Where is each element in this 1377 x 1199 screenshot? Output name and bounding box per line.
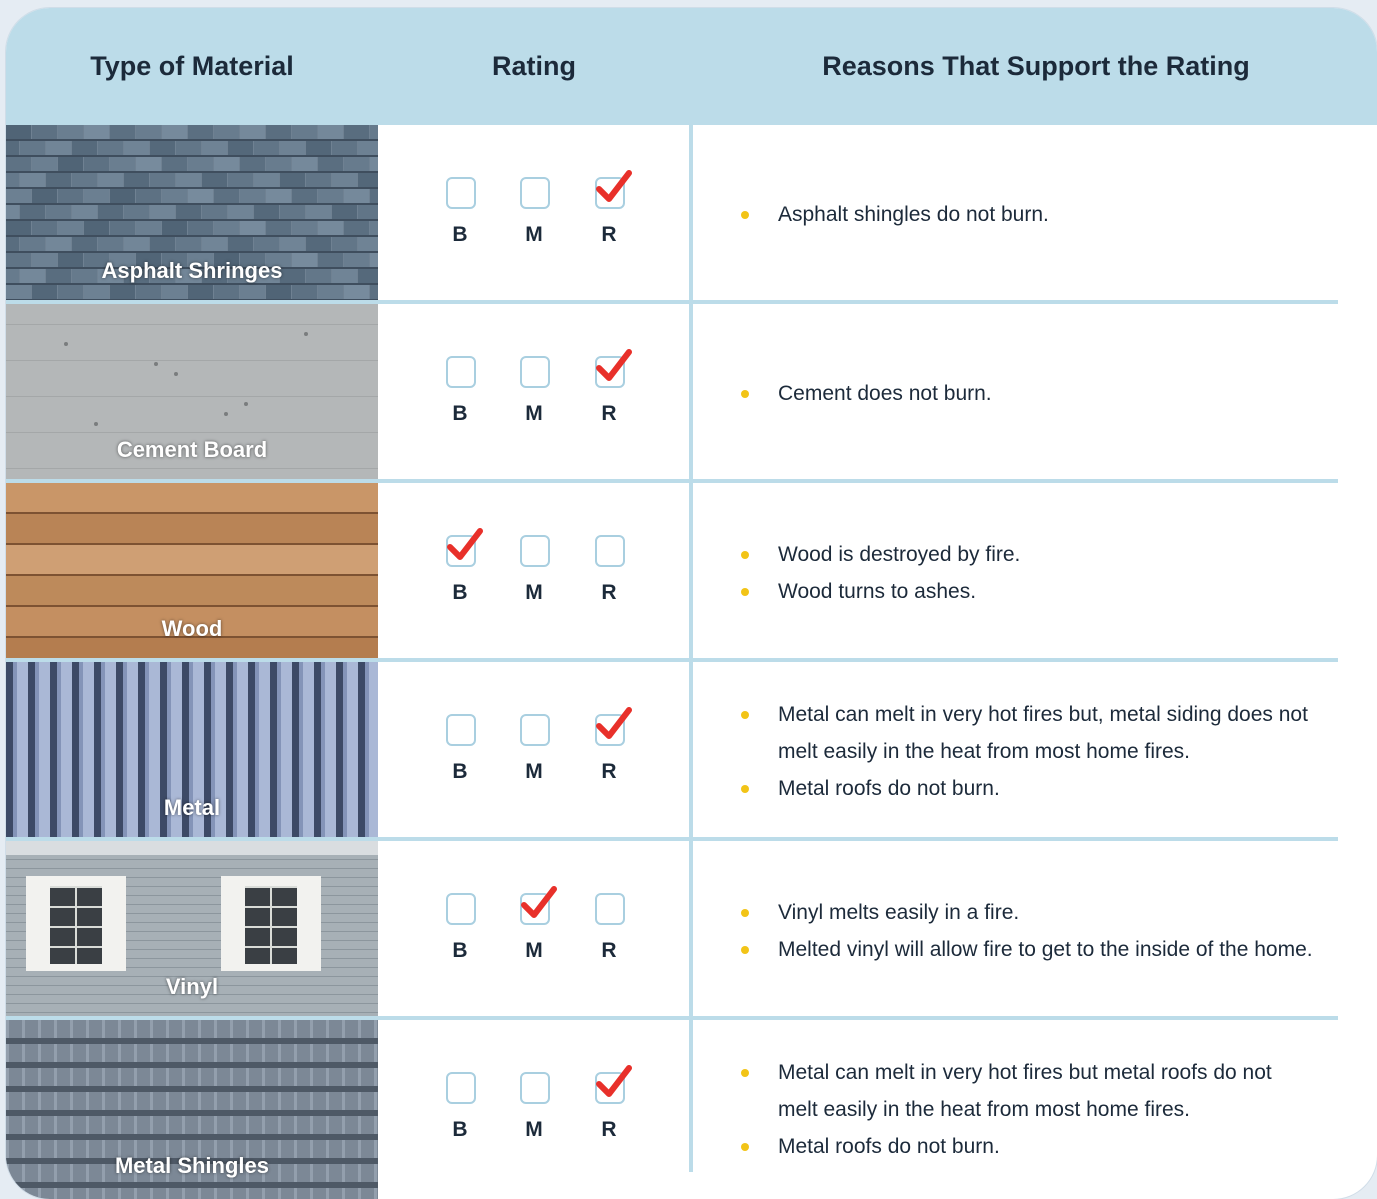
- rating-option-b[interactable]: B: [442, 356, 482, 436]
- header-reasons: Reasons That Support the Rating: [822, 51, 1250, 81]
- reason-item: Metal roofs do not burn.: [741, 1128, 1316, 1165]
- table-header: Type of Material Rating Reasons That Sup…: [6, 8, 1377, 125]
- check-icon: [595, 346, 635, 391]
- rating-option-b[interactable]: B: [442, 893, 482, 973]
- option-label: R: [601, 402, 617, 425]
- rating-option-r[interactable]: R: [591, 170, 632, 257]
- asphalt-shingles-photo: Asphalt Shringes: [6, 125, 378, 304]
- option-label: B: [452, 402, 468, 425]
- material-name: Asphalt Shringes: [101, 258, 283, 283]
- rating-options: BMR: [418, 841, 678, 1020]
- reason-item: Metal can melt in very hot fires but, me…: [741, 696, 1316, 770]
- reason-item: Vinyl melts easily in a fire.: [741, 894, 1316, 931]
- reasons-list: Asphalt shingles do not burn.: [741, 125, 1316, 304]
- checkbox[interactable]: [446, 177, 476, 209]
- rating-options: BMR: [418, 125, 678, 304]
- check-icon: [595, 167, 635, 212]
- option-label: B: [452, 760, 468, 783]
- rating-options: BMR: [418, 304, 678, 483]
- rating-option-r[interactable]: R: [591, 535, 631, 615]
- reason-item: Metal can melt in very hot fires but met…: [741, 1054, 1316, 1128]
- reason-item: Wood turns to ashes.: [741, 573, 1316, 610]
- rating-options: BMR: [418, 662, 678, 841]
- material-rating-table: Type of Material Rating Reasons That Sup…: [6, 8, 1377, 1199]
- material-name: Metal Shingles: [114, 1153, 270, 1178]
- vinyl-siding-photo: Vinyl: [6, 841, 378, 1020]
- reasons-list: Cement does not burn.: [741, 304, 1316, 483]
- wood-siding-photo: Wood: [6, 483, 378, 662]
- rating-option-b[interactable]: B: [442, 528, 483, 615]
- material-name: Vinyl: [165, 974, 219, 999]
- checkbox[interactable]: [520, 535, 550, 567]
- option-label: M: [525, 939, 543, 962]
- material-name: Cement Board: [116, 437, 268, 462]
- rating-options: BMR: [418, 483, 678, 662]
- rating-option-m[interactable]: M: [516, 886, 557, 973]
- check-icon: [520, 883, 560, 928]
- header-type-of-material: Type of Material: [90, 51, 294, 81]
- option-label: M: [525, 581, 543, 604]
- rating-option-r[interactable]: R: [591, 707, 632, 794]
- rating-option-m[interactable]: M: [516, 1072, 556, 1152]
- check-icon: [446, 525, 486, 570]
- checkbox[interactable]: [446, 893, 476, 925]
- option-label: M: [525, 402, 543, 425]
- option-label: M: [525, 1118, 543, 1141]
- reasons-list: Metal can melt in very hot fires but met…: [741, 1020, 1316, 1199]
- option-label: R: [601, 760, 617, 783]
- checkbox[interactable]: [595, 535, 625, 567]
- rating-option-b[interactable]: B: [442, 177, 482, 257]
- option-label: R: [601, 223, 617, 246]
- checkbox[interactable]: [446, 356, 476, 388]
- material-name: Wood: [161, 616, 223, 641]
- checkbox[interactable]: [446, 1072, 476, 1104]
- option-label: M: [525, 760, 543, 783]
- reasons-list: Metal can melt in very hot fires but, me…: [741, 662, 1316, 841]
- checkbox[interactable]: [446, 714, 476, 746]
- rating-option-r[interactable]: R: [591, 1065, 632, 1152]
- checkbox[interactable]: [520, 356, 550, 388]
- checkbox[interactable]: [520, 177, 550, 209]
- rating-option-r[interactable]: R: [591, 349, 632, 436]
- reasons-list: Wood is destroyed by fire. Wood turns to …: [741, 483, 1316, 662]
- reasons-list: Vinyl melts easily in a fire. Melted viny…: [741, 841, 1316, 1020]
- rating-option-m[interactable]: M: [516, 535, 556, 615]
- header-rating: Rating: [492, 51, 576, 81]
- checkbox[interactable]: [520, 714, 550, 746]
- reason-item: Metal roofs do not burn.: [741, 770, 1316, 807]
- option-label: R: [601, 1118, 617, 1141]
- rating-option-r[interactable]: R: [591, 893, 631, 973]
- option-label: B: [452, 1118, 468, 1141]
- option-label: R: [601, 581, 617, 604]
- material-name: Metal: [163, 795, 221, 820]
- check-icon: [595, 1062, 635, 1107]
- option-label: B: [452, 581, 468, 604]
- check-icon: [595, 704, 635, 749]
- checkbox[interactable]: [595, 893, 625, 925]
- option-label: B: [452, 223, 468, 246]
- reason-item: Wood is destroyed by fire.: [741, 536, 1316, 573]
- rating-option-m[interactable]: M: [516, 356, 556, 436]
- option-label: B: [452, 939, 468, 962]
- rating-option-m[interactable]: M: [516, 177, 556, 257]
- reason-item: Cement does not burn.: [741, 375, 1316, 412]
- metal-shingles-photo: Metal Shingles: [6, 1020, 378, 1199]
- reason-item: Asphalt shingles do not burn.: [741, 196, 1316, 233]
- option-label: M: [525, 223, 543, 246]
- option-label: R: [601, 939, 617, 962]
- reason-item: Melted vinyl will allow fire to get to t…: [741, 931, 1316, 968]
- column-divider: [689, 125, 693, 1172]
- rating-option-b[interactable]: B: [442, 714, 482, 794]
- rating-option-m[interactable]: M: [516, 714, 556, 794]
- rating-options: BMR: [418, 1020, 678, 1199]
- rating-option-b[interactable]: B: [442, 1072, 482, 1152]
- cement-board-photo: Cement Board: [6, 304, 378, 483]
- metal-siding-photo: Metal: [6, 662, 378, 841]
- checkbox[interactable]: [520, 1072, 550, 1104]
